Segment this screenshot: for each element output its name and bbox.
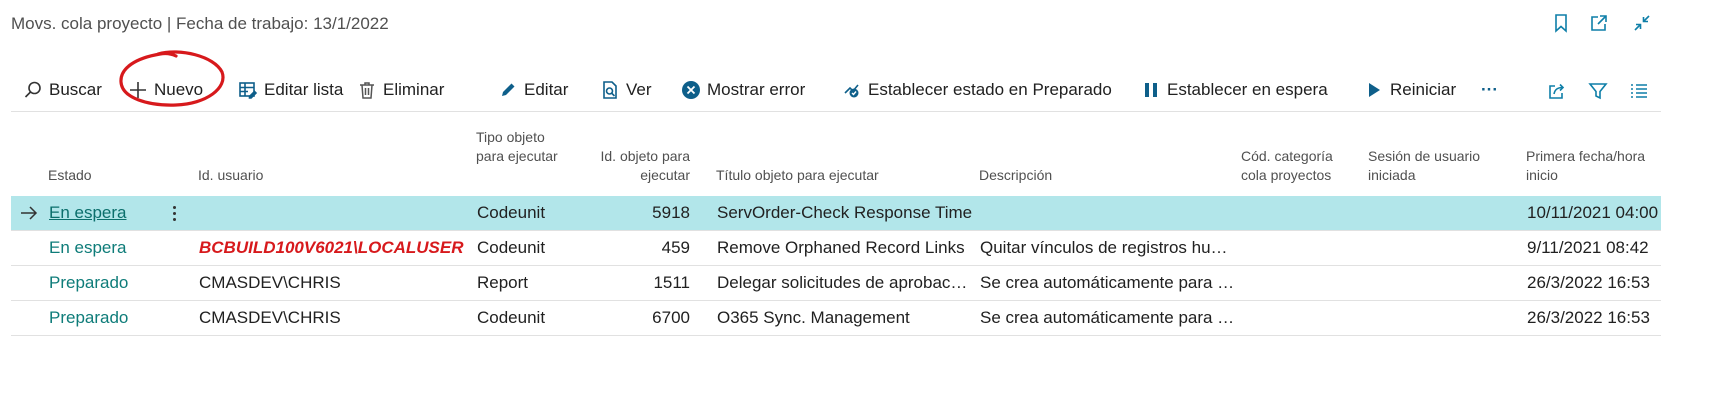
- cell-categoria: [1252, 196, 1367, 230]
- table-row[interactable]: Preparado CMASDEV\CHRIS Codeunit 6700 O3…: [11, 301, 1661, 336]
- view-button[interactable]: Ver: [600, 76, 652, 104]
- column-header-id-usuario[interactable]: Id. usuario: [198, 166, 418, 185]
- cell-categoria: [1252, 301, 1367, 335]
- row-actions-icon[interactable]: [168, 200, 180, 226]
- cell-sesion: [1379, 196, 1524, 230]
- list-view-icon[interactable]: [1627, 79, 1651, 103]
- set-ready-icon: [844, 84, 859, 98]
- delete-label: Eliminar: [383, 80, 445, 99]
- view-label: Ver: [626, 80, 652, 99]
- new-label: Nuevo: [154, 80, 204, 99]
- edit-label: Editar: [524, 80, 569, 99]
- column-header-primera-fecha[interactable]: Primera fecha/hora inicio: [1526, 147, 1661, 185]
- cell-id-usuario: CMASDEV\CHRIS: [199, 273, 341, 292]
- cell-id-usuario: BCBUILD100V6021\LOCALUSER: [199, 238, 464, 257]
- table-row[interactable]: En espera Codeunit 5918 ServOrder-Check …: [11, 196, 1661, 231]
- column-header-categoria[interactable]: Cód. categoría cola proyectos: [1241, 147, 1351, 185]
- column-header-descripcion[interactable]: Descripción: [979, 166, 1209, 185]
- more-options-button[interactable]: ···: [1481, 76, 1498, 104]
- cell-estado[interactable]: Preparado: [49, 301, 189, 335]
- cell-descripcion: Se crea automáticamente para …: [980, 308, 1235, 327]
- bookmark-icon[interactable]: [1549, 11, 1573, 35]
- cell-categoria: [1252, 266, 1367, 300]
- search-label: Buscar: [49, 80, 102, 99]
- table-row[interactable]: Preparado CMASDEV\CHRIS Report 1511 Dele…: [11, 266, 1661, 301]
- cell-titulo-objeto: Delegar solicitudes de aprobac…: [717, 273, 968, 292]
- plus-icon: [130, 82, 146, 98]
- cell-sesion: [1379, 231, 1524, 265]
- restart-button[interactable]: Reiniciar: [1364, 76, 1456, 104]
- edit-list-icon: [239, 82, 258, 99]
- trash-icon: [360, 82, 374, 99]
- cell-titulo-objeto: Remove Orphaned Record Links: [717, 238, 965, 257]
- cell-id-usuario: CMASDEV\CHRIS: [199, 308, 341, 327]
- cell-sesion: [1379, 301, 1524, 335]
- cell-id-objeto: 6700: [652, 308, 690, 327]
- page-title: Movs. cola proyecto | Fecha de trabajo: …: [11, 14, 389, 33]
- cell-primera-fecha: 26/3/2022 16:53: [1527, 273, 1650, 292]
- cell-sesion: [1379, 266, 1524, 300]
- edit-button[interactable]: Editar: [498, 76, 568, 104]
- cell-id-objeto: 1511: [653, 273, 690, 292]
- open-new-window-icon[interactable]: [1587, 11, 1611, 35]
- cell-tipo-objeto: Codeunit: [477, 308, 546, 327]
- search-button[interactable]: Buscar: [23, 76, 102, 104]
- delete-button[interactable]: Eliminar: [357, 76, 444, 104]
- cell-id-objeto: 5918: [652, 203, 690, 222]
- show-error-label: Mostrar error: [707, 80, 806, 99]
- page-header: Movs. cola proyecto | Fecha de trabajo: …: [0, 0, 1720, 60]
- cell-estado[interactable]: En espera: [49, 231, 189, 265]
- column-header-estado[interactable]: Estado: [48, 166, 168, 185]
- column-header-titulo-objeto[interactable]: Título objeto para ejecutar: [716, 166, 946, 185]
- action-bar: Buscar Nuevo Editar lista Eliminar Edita…: [11, 68, 1661, 112]
- list-page-content: Buscar Nuevo Editar lista Eliminar Edita…: [0, 60, 1720, 417]
- cell-titulo-objeto: O365 Sync. Management: [717, 308, 910, 327]
- restart-label: Reiniciar: [1390, 80, 1457, 99]
- cell-primera-fecha: 26/3/2022 16:53: [1527, 308, 1650, 327]
- set-on-hold-button[interactable]: Establecer en espera: [1141, 76, 1328, 104]
- cell-estado[interactable]: Preparado: [49, 266, 189, 300]
- column-header-sesion[interactable]: Sesión de usuario iniciada: [1368, 147, 1503, 185]
- cell-descripcion: [980, 196, 1245, 230]
- filter-icon[interactable]: [1586, 79, 1610, 103]
- set-ready-label: Establecer estado en Preparado: [868, 80, 1112, 99]
- search-icon: [24, 81, 41, 98]
- column-header-tipo-objeto[interactable]: Tipo objeto para ejecutar: [476, 128, 566, 166]
- cell-tipo-objeto: Codeunit: [477, 238, 546, 257]
- show-error-button[interactable]: Mostrar error: [681, 76, 805, 104]
- cell-id-usuario: [199, 196, 475, 230]
- column-header-id-objeto[interactable]: Id. objeto para ejecutar: [588, 147, 690, 185]
- cell-estado[interactable]: En espera: [49, 196, 159, 230]
- cell-tipo-objeto: Report: [477, 273, 529, 292]
- set-on-hold-label: Establecer en espera: [1167, 80, 1328, 99]
- cell-descripcion: Se crea automáticamente para …: [980, 273, 1235, 292]
- share-icon[interactable]: [1545, 79, 1569, 103]
- view-icon: [603, 81, 617, 99]
- new-button[interactable]: Nuevo: [128, 76, 203, 104]
- cell-primera-fecha: 10/11/2021 04:00: [1527, 203, 1659, 222]
- collapse-icon[interactable]: [1630, 11, 1654, 35]
- table-row[interactable]: En espera BCBUILD100V6021\LOCALUSER Code…: [11, 231, 1661, 266]
- cell-titulo-objeto: ServOrder-Check Response Time: [717, 203, 973, 222]
- arrow-right-icon: [21, 206, 38, 220]
- cell-tipo-objeto: Codeunit: [477, 203, 546, 222]
- set-ready-button[interactable]: Establecer estado en Preparado: [842, 76, 1112, 104]
- error-icon: [682, 81, 700, 99]
- cell-descripcion: Quitar vínculos de registros hu…: [980, 238, 1228, 257]
- cell-primera-fecha: 9/11/2021 08:42: [1527, 238, 1649, 257]
- play-icon: [1369, 83, 1380, 97]
- edit-list-button[interactable]: Editar lista: [238, 76, 343, 104]
- pause-icon: [1145, 83, 1157, 97]
- cell-id-objeto: 459: [661, 238, 690, 257]
- cell-categoria: [1252, 231, 1367, 265]
- pencil-icon: [502, 83, 515, 96]
- edit-list-label: Editar lista: [264, 80, 344, 99]
